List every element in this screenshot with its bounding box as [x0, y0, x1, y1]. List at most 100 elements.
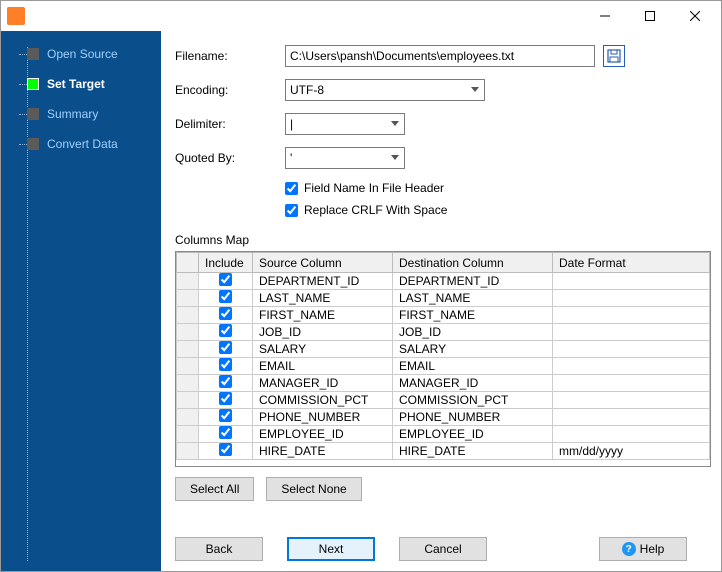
dest-cell[interactable]: MANAGER_ID: [393, 375, 553, 392]
table-row[interactable]: MANAGER_IDMANAGER_ID: [177, 375, 710, 392]
select-none-button[interactable]: Select None: [266, 477, 361, 501]
table-row[interactable]: SALARYSALARY: [177, 341, 710, 358]
table-row[interactable]: EMPLOYEE_IDEMPLOYEE_ID: [177, 426, 710, 443]
include-checkbox[interactable]: [219, 375, 232, 388]
field-header-checkbox[interactable]: [285, 182, 298, 195]
sidebar-item-open-source[interactable]: Open Source: [19, 47, 161, 61]
row-header[interactable]: [177, 375, 199, 392]
include-cell[interactable]: [199, 341, 253, 358]
source-cell[interactable]: MANAGER_ID: [253, 375, 393, 392]
source-cell[interactable]: SALARY: [253, 341, 393, 358]
source-cell[interactable]: DEPARTMENT_ID: [253, 273, 393, 290]
include-cell[interactable]: [199, 358, 253, 375]
source-cell[interactable]: JOB_ID: [253, 324, 393, 341]
format-cell[interactable]: [553, 290, 710, 307]
include-checkbox[interactable]: [219, 341, 232, 354]
dest-cell[interactable]: SALARY: [393, 341, 553, 358]
col-source[interactable]: Source Column: [253, 253, 393, 273]
format-cell[interactable]: [553, 324, 710, 341]
include-cell[interactable]: [199, 307, 253, 324]
dest-cell[interactable]: JOB_ID: [393, 324, 553, 341]
row-header[interactable]: [177, 358, 199, 375]
include-checkbox[interactable]: [219, 273, 232, 286]
include-checkbox[interactable]: [219, 409, 232, 422]
table-row[interactable]: DEPARTMENT_IDDEPARTMENT_ID: [177, 273, 710, 290]
dest-cell[interactable]: COMMISSION_PCT: [393, 392, 553, 409]
include-checkbox[interactable]: [219, 443, 232, 456]
row-header[interactable]: [177, 273, 199, 290]
source-cell[interactable]: LAST_NAME: [253, 290, 393, 307]
replace-crlf-label[interactable]: Replace CRLF With Space: [304, 203, 447, 217]
table-row[interactable]: COMMISSION_PCTCOMMISSION_PCT: [177, 392, 710, 409]
row-header[interactable]: [177, 409, 199, 426]
sidebar-item-summary[interactable]: Summary: [19, 107, 161, 121]
include-checkbox[interactable]: [219, 392, 232, 405]
row-header[interactable]: [177, 392, 199, 409]
select-all-button[interactable]: Select All: [175, 477, 254, 501]
table-row[interactable]: EMAILEMAIL: [177, 358, 710, 375]
row-header[interactable]: [177, 443, 199, 460]
include-cell[interactable]: [199, 375, 253, 392]
format-cell[interactable]: [553, 392, 710, 409]
format-cell[interactable]: mm/dd/yyyy: [553, 443, 710, 460]
source-cell[interactable]: PHONE_NUMBER: [253, 409, 393, 426]
table-row[interactable]: HIRE_DATEHIRE_DATEmm/dd/yyyy: [177, 443, 710, 460]
replace-crlf-checkbox[interactable]: [285, 204, 298, 217]
include-cell[interactable]: [199, 409, 253, 426]
col-dest[interactable]: Destination Column: [393, 253, 553, 273]
dest-cell[interactable]: FIRST_NAME: [393, 307, 553, 324]
include-cell[interactable]: [199, 290, 253, 307]
cancel-button[interactable]: Cancel: [399, 537, 487, 561]
row-header[interactable]: [177, 324, 199, 341]
row-header[interactable]: [177, 341, 199, 358]
dest-cell[interactable]: EMAIL: [393, 358, 553, 375]
source-cell[interactable]: FIRST_NAME: [253, 307, 393, 324]
source-cell[interactable]: HIRE_DATE: [253, 443, 393, 460]
columns-grid[interactable]: Include Source Column Destination Column…: [175, 251, 711, 467]
minimize-button[interactable]: [582, 2, 627, 30]
table-row[interactable]: LAST_NAMELAST_NAME: [177, 290, 710, 307]
filename-input[interactable]: [285, 45, 595, 67]
format-cell[interactable]: [553, 358, 710, 375]
include-cell[interactable]: [199, 443, 253, 460]
format-cell[interactable]: [553, 409, 710, 426]
include-checkbox[interactable]: [219, 324, 232, 337]
include-cell[interactable]: [199, 392, 253, 409]
quotedby-select[interactable]: ': [285, 147, 405, 169]
row-header[interactable]: [177, 426, 199, 443]
sidebar-item-convert-data[interactable]: Convert Data: [19, 137, 161, 151]
format-cell[interactable]: [553, 341, 710, 358]
delimiter-select[interactable]: |: [285, 113, 405, 135]
close-button[interactable]: [672, 2, 717, 30]
include-cell[interactable]: [199, 426, 253, 443]
table-row[interactable]: PHONE_NUMBERPHONE_NUMBER: [177, 409, 710, 426]
source-cell[interactable]: EMAIL: [253, 358, 393, 375]
format-cell[interactable]: [553, 273, 710, 290]
row-header[interactable]: [177, 307, 199, 324]
include-checkbox[interactable]: [219, 358, 232, 371]
dest-cell[interactable]: HIRE_DATE: [393, 443, 553, 460]
table-row[interactable]: JOB_IDJOB_ID: [177, 324, 710, 341]
browse-button[interactable]: [603, 45, 625, 67]
back-button[interactable]: Back: [175, 537, 263, 561]
dest-cell[interactable]: DEPARTMENT_ID: [393, 273, 553, 290]
format-cell[interactable]: [553, 307, 710, 324]
include-checkbox[interactable]: [219, 290, 232, 303]
format-cell[interactable]: [553, 426, 710, 443]
include-checkbox[interactable]: [219, 426, 232, 439]
source-cell[interactable]: EMPLOYEE_ID: [253, 426, 393, 443]
help-button[interactable]: ? Help: [599, 537, 687, 561]
col-format[interactable]: Date Format: [553, 253, 710, 273]
table-row[interactable]: FIRST_NAMEFIRST_NAME: [177, 307, 710, 324]
include-cell[interactable]: [199, 273, 253, 290]
include-checkbox[interactable]: [219, 307, 232, 320]
sidebar-item-set-target[interactable]: Set Target: [19, 77, 161, 91]
row-header[interactable]: [177, 290, 199, 307]
maximize-button[interactable]: [627, 2, 672, 30]
field-header-label[interactable]: Field Name In File Header: [304, 181, 444, 195]
format-cell[interactable]: [553, 375, 710, 392]
dest-cell[interactable]: EMPLOYEE_ID: [393, 426, 553, 443]
next-button[interactable]: Next: [287, 537, 375, 561]
source-cell[interactable]: COMMISSION_PCT: [253, 392, 393, 409]
include-cell[interactable]: [199, 324, 253, 341]
